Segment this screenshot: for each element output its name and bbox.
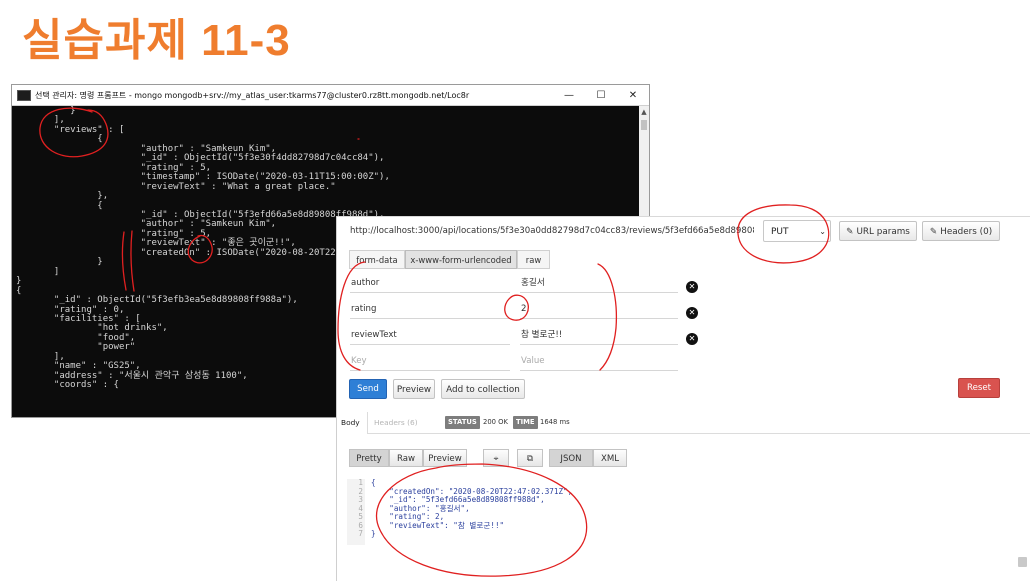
request-url-input[interactable]: http://localhost:3000/api/locations/5f3e… [350, 223, 754, 240]
response-tab-body[interactable]: Body [337, 412, 368, 434]
tab-form-data[interactable]: form-data [349, 250, 405, 269]
tab-raw[interactable]: raw [517, 250, 550, 269]
resize-icon [1018, 557, 1027, 567]
response-tab-headers[interactable]: Headers (6) [374, 412, 418, 434]
slide-title: 실습과제 11-3 [22, 16, 291, 65]
console-title: 선택 관리자: 명령 프롬프트 - mongo mongodb+srv://my… [35, 90, 470, 100]
param-value-reviewtext[interactable]: 참 별로군!! [520, 325, 678, 345]
time-label: TIME [513, 416, 538, 429]
param-key-rating[interactable]: rating [350, 299, 510, 319]
param-key-reviewtext[interactable]: reviewText [350, 325, 510, 345]
chevron-down-icon: ⌄ [819, 227, 826, 236]
cmd-icon [17, 89, 31, 101]
preview-button[interactable]: Preview [393, 379, 435, 399]
headers-button[interactable]: ✎ Headers (0) [922, 221, 1000, 241]
code-text: } [371, 529, 376, 538]
scroll-up-icon[interactable]: ▲ [639, 108, 649, 116]
send-button[interactable]: Send [349, 379, 387, 399]
scroll-thumb[interactable] [641, 120, 647, 130]
json-button[interactable]: JSON [549, 449, 593, 467]
code-line: 7} [349, 529, 589, 539]
url-params-button[interactable]: ✎ URL params [839, 221, 917, 241]
tab-urlencoded[interactable]: x-www-form-urlencoded [405, 250, 517, 269]
line-number: 7 [358, 529, 363, 538]
method-select[interactable]: PUT ⌄ [763, 220, 831, 242]
console-titlebar: 선택 관리자: 명령 프롬프트 - mongo mongodb+srv://my… [12, 85, 649, 106]
remove-param-icon[interactable]: ✕ [686, 307, 698, 319]
maximize-icon[interactable]: ☐ [585, 90, 617, 101]
param-value-author[interactable]: 홍길서 [520, 273, 678, 293]
remove-param-icon[interactable]: ✕ [686, 281, 698, 293]
new-value-field[interactable]: Value [520, 351, 678, 371]
console-line: "reviews" : [ [16, 124, 125, 135]
edit-icon: ✎ [846, 227, 854, 237]
reset-button[interactable]: Reset [958, 378, 1000, 398]
console-line: }, [16, 191, 109, 202]
method-value: PUT [771, 227, 789, 237]
add-to-collection-button[interactable]: Add to collection [441, 379, 525, 399]
wrap-icon[interactable]: ⌖ [483, 449, 509, 467]
minimize-icon[interactable]: — [553, 90, 585, 101]
time-value: 1648 ms [540, 418, 570, 426]
copy-icon[interactable]: ⧉ [517, 449, 543, 467]
raw-button[interactable]: Raw [389, 449, 423, 467]
param-key-author[interactable]: author [350, 273, 510, 293]
console-line: "reviewText" : "What a great place." [16, 181, 336, 192]
pretty-button[interactable]: Pretty [349, 449, 389, 467]
response-bar: Body Headers (6) STATUS 200 OK TIME 1648… [337, 412, 1030, 434]
remove-param-icon[interactable]: ✕ [686, 333, 698, 345]
preview-response-button[interactable]: Preview [423, 449, 467, 467]
status-label: STATUS [445, 416, 480, 429]
code-line: 6 "reviewText": "참 별로군!!" [349, 520, 589, 531]
param-value-rating[interactable]: 2 [520, 299, 678, 319]
response-body: 1{2 "createdOn": "2020-08-20T22:47:02.37… [349, 478, 589, 539]
console-line: } [16, 106, 76, 116]
status-value: 200 OK [483, 418, 508, 426]
code-text: "reviewText": "참 별로군!!" [371, 520, 505, 530]
postman-panel: http://localhost:3000/api/locations/5f3e… [336, 216, 1030, 581]
edit-icon: ✎ [929, 227, 938, 237]
xml-button[interactable]: XML [593, 449, 627, 467]
close-icon[interactable]: ✕ [617, 90, 649, 101]
new-key-field[interactable]: Key [350, 351, 510, 371]
